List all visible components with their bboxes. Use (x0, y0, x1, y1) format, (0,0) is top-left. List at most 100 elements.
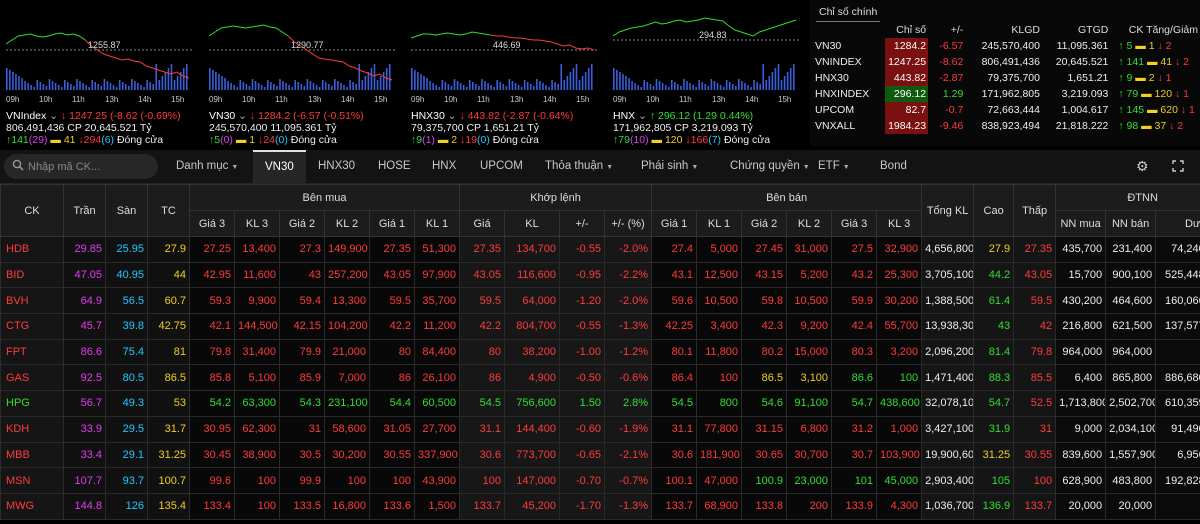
cell-symbol[interactable]: BVH (0, 287, 64, 315)
col-sell-vol-2[interactable]: KL 2 (786, 210, 833, 237)
cell-symbol[interactable]: MWG (0, 492, 64, 520)
cell-symbol[interactable]: HDB (0, 236, 64, 263)
cell-symbol[interactable]: BID (0, 261, 64, 289)
col-match-vol[interactable]: KL (504, 210, 561, 237)
cell-match-pct: -0.6% (604, 364, 653, 392)
table-row[interactable]: MWG 144.8 126 135.4 133.4 100 133.5 16,800 133.6… (0, 492, 1200, 520)
index-row[interactable]: VNINDEX 1247.25 -8.62 806,491,436 20,645.521… (810, 54, 1200, 70)
index-row[interactable]: UPCOM 82.7 -0.7 72,663,444 1,004.617 ↑ 145 ▬ … (810, 102, 1200, 118)
col-foreign-room[interactable]: Dư (1155, 210, 1200, 237)
tab-hnx30[interactable]: HNX30 (318, 150, 355, 183)
fullscreen-icon[interactable] (1172, 160, 1184, 175)
col-ceiling[interactable]: Trần (63, 184, 106, 237)
chart-vnindex[interactable]: 1255.87 09h 10h 11h 13h 14h 15h VNIndex ⌄ ↓ 124… (2, 2, 200, 146)
col-buy-vol-2[interactable]: KL 2 (324, 210, 370, 237)
col-foreign-sell[interactable]: NN bán (1105, 210, 1157, 237)
index-row-breadth: ↑ 79 ▬ 120 ↓ 1 (1110, 86, 1200, 102)
table-row[interactable]: HPG 56.7 49.3 53 54.2 63,300 54.3 231,100 54.4 60… (0, 390, 1200, 417)
col-floor[interactable]: Sàn (105, 184, 148, 237)
table-row[interactable]: CTG 45.7 39.8 42.75 42.1 144,500 42.15 104,200 4… (0, 313, 1200, 340)
index-row-breadth: ↑ 98 ▬ 37 ↓ 2 (1110, 118, 1200, 134)
index-value: 296.12 (657, 110, 691, 122)
tab-danh-mục[interactable]: Danh mục ▼ (176, 150, 238, 183)
cell-symbol[interactable]: MBB (0, 441, 64, 469)
col-foreign-buy[interactable]: NN mua (1055, 210, 1107, 237)
col-high[interactable]: Cao (973, 184, 1015, 237)
col-match-pct[interactable]: +/- (%) (604, 210, 653, 237)
cell-low: 133.7 (1013, 492, 1057, 520)
unchanged-count: 120 (664, 134, 683, 146)
decliners-count: 1 (1165, 72, 1172, 84)
index-row-name: VN30 (815, 40, 842, 52)
chart-vn30[interactable]: 1290.77 09h 10h 11h 13h 14h 15h VN30 ⌄ ↓ 1284.2… (205, 2, 403, 146)
col-reference[interactable]: TC (147, 184, 190, 237)
cell-symbol[interactable]: GAS (0, 364, 64, 392)
col-buy-price-3[interactable]: Giá 3 (189, 210, 235, 237)
col-match-change[interactable]: +/- (559, 210, 606, 237)
cell-foreign-sell: 20,000 (1105, 492, 1157, 520)
col-low[interactable]: Thấp (1013, 184, 1057, 237)
table-row[interactable]: MBB 33.4 29.1 31.25 30.45 38,900 30.5 30,200 30.… (0, 441, 1200, 469)
col-sell-price-3[interactable]: Giá 3 (831, 210, 878, 237)
cell-symbol[interactable]: HPG (0, 390, 64, 417)
col-sell-vol-1[interactable]: KL 1 (696, 210, 743, 237)
up-arrow-icon: ↑ (1118, 56, 1127, 68)
table-row[interactable]: GAS 92.5 80.5 86.5 85.8 5,100 85.9 7,000 86 26,10… (0, 364, 1200, 392)
cell-high: 105 (973, 467, 1015, 494)
col-buy-vol-3[interactable]: KL 3 (234, 210, 280, 237)
col-total-volume[interactable]: Tổng KL (921, 184, 975, 237)
chart-hnx30[interactable]: 446.69 09h 10h 11h 13h 14h 15h HNX30 ⌄ ↓ 443.82… (407, 2, 605, 146)
index-row[interactable]: HNX30 443.82 -2.87 79,375,700 1,651.21 ↑ 9 ▬ … (810, 70, 1200, 86)
chevron-down-icon[interactable]: ⌄ (235, 110, 250, 122)
chevron-down-icon[interactable]: ⌄ (635, 110, 650, 122)
col-buy-vol-1[interactable]: KL 1 (413, 210, 461, 237)
cell-reference: 31.7 (147, 415, 190, 443)
col-sell-vol-3[interactable]: KL 3 (876, 210, 923, 237)
table-row[interactable]: FPT 86.6 75.4 81 79.8 31,400 79.9 21,000 80 84,40… (0, 338, 1200, 366)
chevron-down-icon[interactable]: ⌄ (46, 110, 61, 122)
settings-icon[interactable]: ⚙ (1136, 158, 1149, 175)
table-row[interactable]: BID 47.05 40.95 44 42.95 11,600 43 257,200 43.05… (0, 261, 1200, 289)
chart-hnx[interactable]: 294.83 09h 10h 11h 13h 14h 15h HNX ⌄ ↑ 296.12 (… (609, 2, 807, 146)
tab-thỏa-thuận[interactable]: Thỏa thuận ▼ (545, 150, 613, 183)
index-volume: 806,491,436 CP (6, 122, 82, 134)
col-buy-price-2[interactable]: Giá 2 (279, 210, 325, 237)
cell-symbol[interactable]: CTG (0, 313, 64, 340)
tab-etf[interactable]: ETF ▼ (818, 150, 850, 183)
col-symbol[interactable]: CK (0, 184, 64, 237)
index-row[interactable]: HNXINDEX 296.12 1.29 171,962,805 3,219.093 ↑ … (810, 86, 1200, 102)
cell-buy-vol-3: 9,900 (234, 287, 280, 315)
table-row[interactable]: MSN 107.7 93.7 100.7 99.6 100 99.9 100 100 43,900… (0, 467, 1200, 494)
table-row[interactable]: BVH 64.9 56.5 60.7 59.3 9,900 59.4 13,300 59.5 35… (0, 287, 1200, 315)
table-row[interactable]: HDB 29.85 25.95 27.9 27.25 13,400 27.3 149,900 2… (0, 236, 1200, 263)
tab-vn30[interactable]: VN30 (253, 150, 306, 183)
time-tick: 14h (543, 95, 556, 104)
tab-hnx[interactable]: HNX (432, 150, 456, 183)
chevron-down-icon[interactable]: ⌄ (445, 110, 460, 122)
tab-phái-sinh[interactable]: Phái sinh ▼ (641, 150, 698, 183)
table-row[interactable]: KDH 33.9 29.5 31.7 30.95 62,300 31 58,600 31.05 2… (0, 415, 1200, 443)
tab-upcom[interactable]: UPCOM (480, 150, 523, 183)
tab-hose[interactable]: HOSE (378, 150, 411, 183)
index-row[interactable]: VNXALL 1984.23 -9.46 838,923,494 21,818.222 ↑… (810, 118, 1200, 134)
floor-count: (0) (476, 134, 490, 146)
col-match-price[interactable]: Giá (459, 210, 506, 237)
cell-buy-price-3: 30.95 (189, 415, 235, 443)
tab-bond[interactable]: Bond (880, 150, 907, 183)
volume-bars (411, 64, 593, 90)
index-col-header: Chỉ số (896, 24, 927, 36)
cell-buy-vol-3: 31,400 (234, 338, 280, 366)
search-input[interactable] (28, 158, 152, 175)
tab-main-indices[interactable]: Chỉ số chính (816, 6, 881, 22)
cell-symbol[interactable]: MSN (0, 467, 64, 494)
cell-match-change: -0.95 (559, 261, 606, 289)
tab-chứng-quyền[interactable]: Chứng quyền ▼ (730, 150, 810, 183)
cell-symbol[interactable]: FPT (0, 338, 64, 366)
index-row[interactable]: VN30 1284.2 -6.57 245,570,400 11,095.361 ↑ 5 … (810, 38, 1200, 54)
col-buy-price-1[interactable]: Giá 1 (369, 210, 415, 237)
col-sell-price-1[interactable]: Giá 1 (651, 210, 698, 237)
cell-buy-vol-1: 51,300 (413, 236, 461, 263)
col-sell-price-2[interactable]: Giá 2 (741, 210, 788, 237)
search-box[interactable] (4, 154, 158, 179)
cell-symbol[interactable]: KDH (0, 415, 64, 443)
